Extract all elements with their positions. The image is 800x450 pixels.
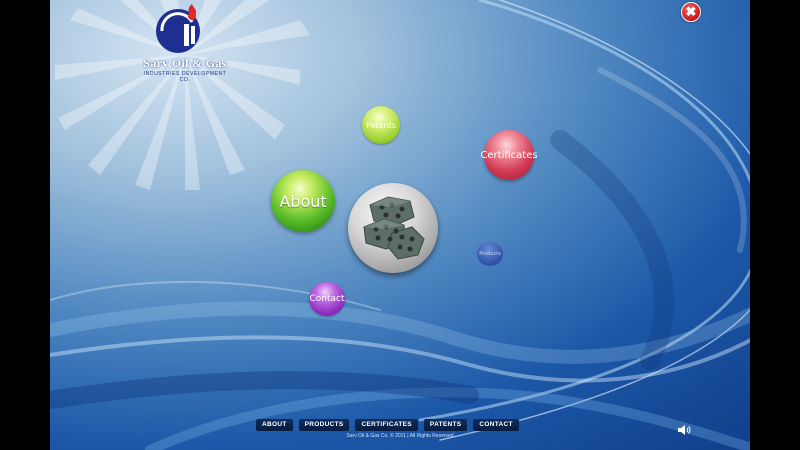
contact-bubble[interactable]: Contact	[309, 282, 345, 316]
footer-nav-products[interactable]: PRODUCTS	[298, 419, 350, 431]
products-bubble[interactable]: Products	[477, 242, 503, 266]
logo-tagline: INDUSTRIES DEVELOPMENT CO.	[143, 71, 227, 83]
logo-title: Sarv Oil & Gas	[143, 56, 227, 70]
company-logo[interactable]: Sarv Oil & Gas INDUSTRIES DEVELOPMENT CO…	[140, 4, 230, 83]
footer-nav-patents[interactable]: PATENTS	[423, 419, 468, 431]
footer-nav: ABOUT PRODUCTS CERTIFICATES PATENTS CONT…	[256, 419, 519, 431]
stage: Sarv Oil & Gas INDUSTRIES DEVELOPMENT CO…	[0, 0, 800, 450]
speaker-icon[interactable]	[677, 424, 691, 436]
logo-emblem-icon	[156, 4, 200, 53]
certificates-bubble[interactable]: Certificates	[480, 130, 538, 180]
footer-nav-contact[interactable]: CONTACT	[473, 419, 519, 431]
product-showcase-disc[interactable]	[348, 183, 438, 273]
patents-bubble[interactable]: Patents	[362, 106, 400, 144]
close-icon[interactable]: ✖	[681, 2, 701, 22]
letterbox-right	[750, 0, 800, 450]
catalyst-pellets-image	[363, 196, 425, 260]
about-bubble[interactable]: About	[271, 170, 335, 232]
footer-nav-about[interactable]: ABOUT	[256, 419, 293, 431]
letterbox-left	[0, 0, 50, 450]
footer-nav-certificates[interactable]: CERTIFICATES	[355, 419, 418, 431]
